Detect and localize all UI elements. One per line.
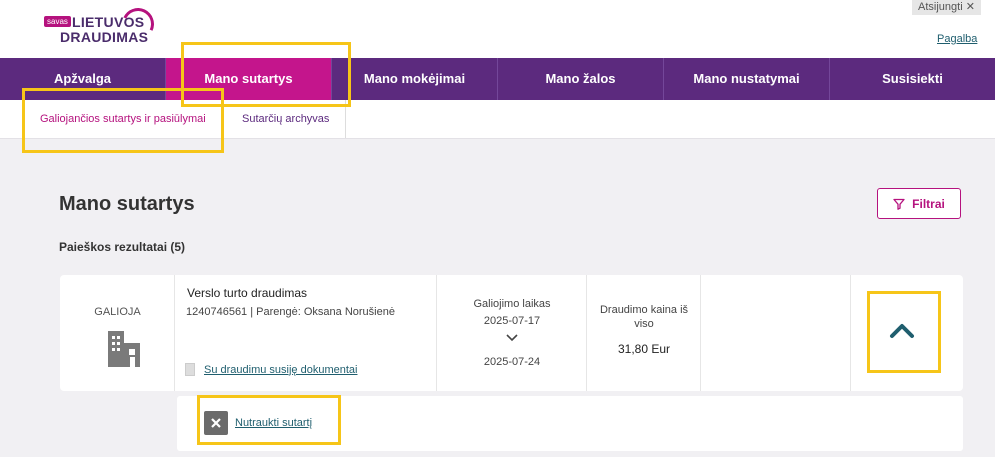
filter-button[interactable]: Filtrai: [877, 188, 961, 219]
document-icon: [185, 363, 195, 376]
policy-card: GALIOJA Verslo turto draudimas 124074656…: [60, 275, 963, 391]
nav-item-my-claims[interactable]: Mano žalos: [498, 58, 664, 100]
logout-button[interactable]: Atsijungti ✕: [912, 0, 981, 15]
cancel-contract-button[interactable]: Nutraukti sutartį: [204, 411, 312, 435]
nav-item-my-settings[interactable]: Mano nustatymai: [664, 58, 830, 100]
chevron-down-icon: [506, 334, 518, 342]
valid-to: 2025-07-24: [483, 356, 541, 368]
status-badge: GALIOJA: [94, 306, 141, 318]
policy-actions: Nutraukti sutartį: [177, 396, 963, 451]
header: savas LIETUVOS DRAUDIMAS Atsijungti ✕ Pa…: [0, 0, 995, 58]
help-link[interactable]: Pagalba: [937, 33, 977, 45]
logout-label: Atsijungti: [918, 1, 963, 13]
nav-item-my-payments[interactable]: Mano mokėjimai: [332, 58, 498, 100]
price-column: Draudimo kaina iš viso 31,80 Eur: [587, 275, 701, 391]
nav-item-my-contracts[interactable]: Mano sutartys: [166, 58, 332, 100]
price-label: Draudimo kaina iš viso: [599, 304, 689, 330]
nav-item-contact[interactable]: Susisiekti: [830, 58, 995, 100]
toggle-column: [851, 275, 963, 391]
chevron-up-icon[interactable]: [887, 316, 917, 346]
validity-label: Galiojimo laikas: [473, 298, 551, 310]
page-title: Mano sutartys: [59, 193, 195, 215]
validity-column: Galiojimo laikas 2025-07-17 2025-07-24: [437, 275, 587, 391]
docs-row: Su draudimu susiję dokumentai: [185, 363, 357, 376]
logo-badge: savas: [44, 16, 71, 27]
building-icon: [108, 331, 140, 367]
subnav-active-contracts[interactable]: Galiojančios sutartys ir pasiūlymai: [24, 100, 222, 138]
close-icon: [204, 411, 228, 435]
policy-info-column: Verslo turto draudimas 1240746561 | Pare…: [175, 275, 437, 391]
filter-label: Filtrai: [912, 196, 945, 211]
nav-item-overview[interactable]: Apžvalga: [0, 58, 166, 100]
empty-column: [701, 275, 851, 391]
price-value: 31,80 Eur: [617, 342, 671, 356]
valid-from: 2025-07-17: [483, 315, 541, 327]
subnav-archive[interactable]: Sutarčių archyvas: [226, 100, 347, 138]
policy-title: Verslo turto draudimas: [187, 286, 308, 300]
logo[interactable]: savas LIETUVOS DRAUDIMAS: [44, 3, 159, 50]
filter-icon: [893, 198, 905, 210]
results-count: Paieškos rezultatai (5): [59, 240, 186, 254]
docs-link[interactable]: Su draudimu susiję dokumentai: [204, 364, 357, 376]
close-icon: ✕: [965, 1, 975, 13]
sub-nav: Galiojančios sutartys ir pasiūlymai Suta…: [0, 100, 995, 139]
cancel-contract-label: Nutraukti sutartį: [235, 417, 313, 429]
policy-number: 1240746561 | Parengė: Oksana Norušienė: [186, 306, 395, 318]
status-column: GALIOJA: [60, 275, 175, 391]
main-nav: Apžvalga Mano sutartys Mano mokėjimai Ma…: [0, 58, 995, 100]
